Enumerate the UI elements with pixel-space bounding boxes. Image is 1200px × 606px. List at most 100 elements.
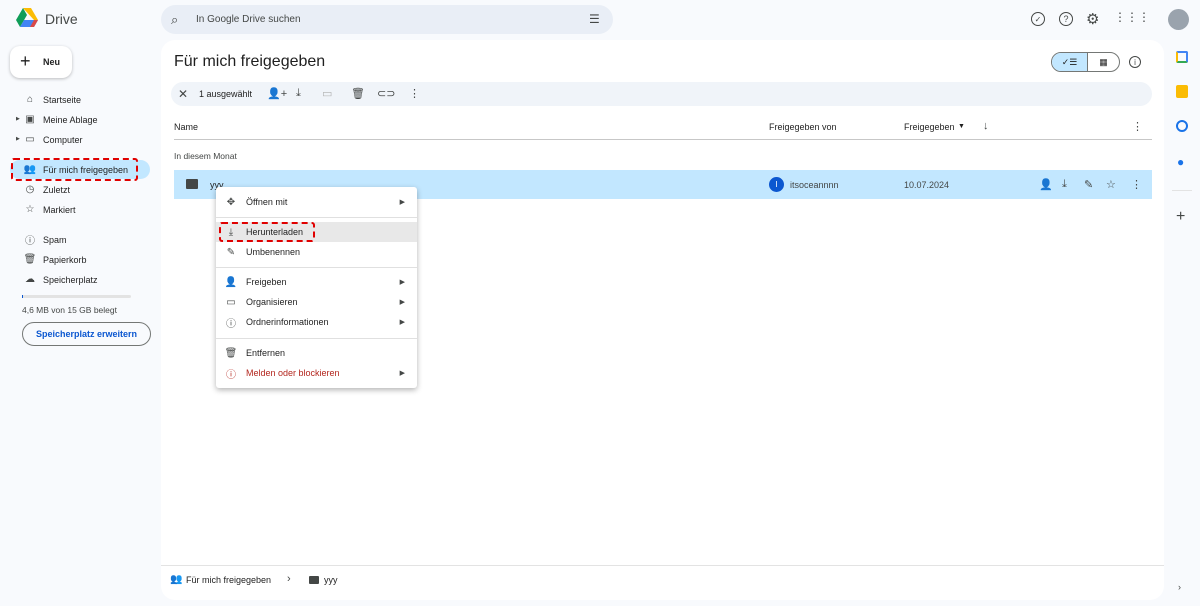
expand-arrow-icon[interactable]: ▶ <box>16 116 20 122</box>
help-icon[interactable]: ? <box>1059 12 1073 26</box>
sidebar-item-home[interactable]: ⌂ Startseite <box>10 90 150 109</box>
search-placeholder: In Google Drive suchen <box>196 14 301 25</box>
highlight-box <box>11 158 138 181</box>
menu-item-organize[interactable]: ▭ Organisieren ▶ <box>216 292 417 312</box>
column-options-icon[interactable]: ⋮ <box>1132 120 1143 133</box>
sidebar-item-storage[interactable]: ☁ Speicherplatz <box>10 270 150 289</box>
app-name: Drive <box>45 11 78 27</box>
dropdown-icon[interactable]: ▼ <box>958 123 965 130</box>
spam-icon: ⓘ <box>25 236 35 247</box>
menu-item-remove[interactable]: 🗑 Entfernen <box>216 343 417 363</box>
nav-label: Computer <box>43 134 83 145</box>
submenu-arrow-icon: ▶ <box>399 279 405 286</box>
column-shared-by[interactable]: Freigegeben von <box>769 122 837 132</box>
group-label: In diesem Monat <box>174 151 237 161</box>
sidebar-item-starred[interactable]: ☆ Markiert <box>10 200 150 219</box>
breadcrumb-root[interactable]: Für mich freigegeben <box>186 575 271 585</box>
menu-item-open-with[interactable]: ✥ Öffnen mit ▶ <box>216 192 417 212</box>
menu-item-report-block[interactable]: ⓘ Melden oder blockieren ▶ <box>216 363 417 383</box>
header-divider <box>174 139 1152 140</box>
apps-grid-icon[interactable]: ⋮⋮⋮ <box>1114 10 1150 24</box>
menu-divider <box>216 267 417 268</box>
storage-text: 4,6 MB von 15 GB belegt <box>22 305 117 315</box>
nav-label: Zuletzt <box>43 184 71 195</box>
sidebar-item-trash[interactable]: 🗑 Papierkorb <box>10 250 150 269</box>
contacts-icon[interactable]: ● <box>1177 155 1184 169</box>
selection-count: 1 ausgewählt <box>199 89 253 99</box>
download-icon[interactable]: ⤓ <box>296 87 301 100</box>
share-icon[interactable]: 👤+ <box>267 87 287 100</box>
calendar-icon[interactable] <box>1176 51 1188 63</box>
new-label: Neu <box>43 57 61 67</box>
shared-icon: 👥 <box>170 574 183 585</box>
drive-logo <box>16 8 38 27</box>
menu-divider <box>216 338 417 339</box>
rename-icon[interactable]: ✎ <box>1084 178 1093 191</box>
new-button[interactable]: + Neu <box>10 46 72 78</box>
submenu-arrow-icon: ▶ <box>399 370 405 377</box>
link-icon[interactable]: ⊂⊃ <box>377 87 395 100</box>
trash-icon[interactable]: 🗑 <box>351 87 365 100</box>
menu-label: Ordnerinformationen <box>246 317 329 327</box>
info-icon[interactable]: i <box>1129 56 1141 68</box>
sidebar-item-my-drive[interactable]: ▣ Meine Ablage <box>10 110 150 129</box>
folder-icon: ▭ <box>226 296 236 308</box>
search-input[interactable]: ⌕ In Google Drive suchen ☰ <box>161 5 613 34</box>
menu-divider <box>216 217 417 218</box>
nav-label: Meine Ablage <box>43 114 98 125</box>
owner-avatar: I <box>769 177 784 192</box>
move-arrows-icon: ✥ <box>226 196 236 208</box>
share-icon[interactable]: 👤 <box>1039 178 1053 191</box>
view-toggle[interactable]: ✓☰ ▦ <box>1051 52 1120 72</box>
share-icon: 👤 <box>224 276 238 288</box>
grid-view-icon[interactable]: ▦ <box>1088 53 1119 71</box>
filter-options-icon[interactable]: ☰ <box>589 12 600 26</box>
submenu-arrow-icon: ▶ <box>399 319 405 326</box>
cloud-icon: ☁ <box>25 274 35 285</box>
add-addon-icon[interactable]: + <box>1176 208 1185 226</box>
list-view-icon[interactable]: ✓☰ <box>1052 53 1088 71</box>
star-icon[interactable]: ☆ <box>1106 178 1116 191</box>
shared-folder-icon <box>186 179 198 189</box>
page-title: Für mich freigegeben <box>174 53 326 70</box>
offline-status-icon[interactable]: ✓ <box>1031 12 1045 26</box>
search-icon: ⌕ <box>171 12 179 27</box>
menu-item-folder-info[interactable]: ⓘ Ordnerinformationen ▶ <box>216 312 417 332</box>
avatar[interactable] <box>1168 9 1189 30</box>
expand-arrow-icon[interactable]: ▶ <box>16 136 20 142</box>
footer-divider <box>161 565 1164 566</box>
menu-item-share[interactable]: 👤 Freigeben ▶ <box>216 272 417 292</box>
computer-icon: ▭ <box>25 134 35 145</box>
submenu-arrow-icon: ▶ <box>399 299 405 306</box>
submenu-arrow-icon: ▶ <box>399 199 405 206</box>
clock-icon: ◷ <box>25 184 35 195</box>
my-drive-icon: ▣ <box>25 114 35 125</box>
star-icon: ☆ <box>25 204 35 215</box>
tasks-icon[interactable] <box>1176 120 1188 132</box>
sidebar-item-computer[interactable]: ▭ Computer <box>10 130 150 149</box>
owner-name: itsoceannnn <box>790 180 839 190</box>
highlight-box <box>219 222 315 242</box>
menu-item-rename[interactable]: ✎ Umbenennen <box>216 242 417 262</box>
move-icon[interactable]: ▭ <box>322 87 332 100</box>
get-more-storage-button[interactable]: Speicherplatz erweitern <box>22 322 151 346</box>
breadcrumb-current[interactable]: yyy <box>324 575 338 585</box>
menu-label: Melden oder blockieren <box>246 368 340 378</box>
close-icon[interactable]: ✕ <box>178 87 188 101</box>
sidebar-item-recent[interactable]: ◷ Zuletzt <box>10 180 150 199</box>
more-icon[interactable]: ⋮ <box>409 87 420 100</box>
sidebar-item-spam[interactable]: ⓘ Spam <box>10 230 150 249</box>
keep-icon[interactable] <box>1176 85 1188 98</box>
nav-label: Spam <box>43 234 67 245</box>
column-name[interactable]: Name <box>174 122 198 132</box>
download-icon[interactable]: ⤓ <box>1062 178 1067 191</box>
settings-icon[interactable]: ⚙ <box>1086 10 1099 28</box>
rename-icon: ✎ <box>226 246 236 258</box>
menu-label: Entfernen <box>246 348 286 358</box>
more-icon[interactable]: ⋮ <box>1131 178 1142 191</box>
sort-arrow-icon[interactable]: ↓ <box>983 120 989 132</box>
shared-folder-icon <box>309 576 319 584</box>
storage-bar <box>22 295 131 298</box>
collapse-panel-icon[interactable]: › <box>1178 582 1181 592</box>
column-shared-date[interactable]: Freigegeben <box>904 122 955 132</box>
